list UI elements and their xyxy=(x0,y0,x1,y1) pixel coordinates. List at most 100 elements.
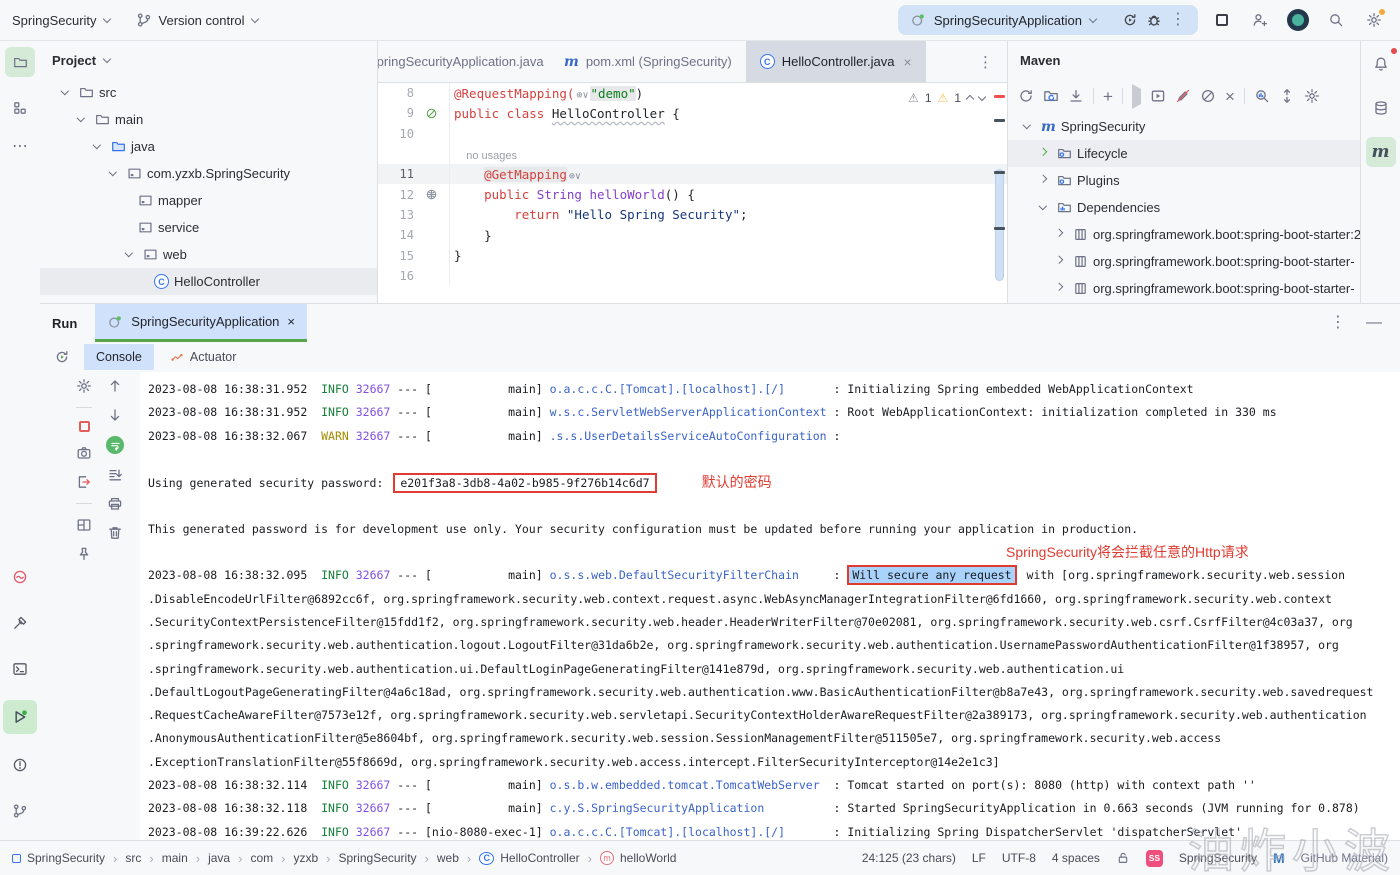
scroll-up-button[interactable] xyxy=(107,378,123,394)
run-tab[interactable]: SpringSecurityApplication × xyxy=(95,304,308,342)
breadcrumb-item-SpringSecurity[interactable]: SpringSecurity xyxy=(339,851,417,865)
code-line-12[interactable]: 12 public String helloWorld() { xyxy=(378,184,1007,205)
chevron-right-icon[interactable] xyxy=(1050,229,1068,237)
code-line-15[interactable]: 15} xyxy=(378,245,1007,266)
breadcrumb-item-com[interactable]: com xyxy=(250,851,273,865)
run-class-icon[interactable] xyxy=(414,107,449,120)
material-theme-icon[interactable]: M xyxy=(1273,850,1285,866)
user-avatar[interactable] xyxy=(1284,6,1312,34)
url-inlay-icon[interactable]: ⊕∨ xyxy=(567,171,583,182)
run-panel-options-button[interactable]: ⋮ xyxy=(1330,315,1346,331)
maven-toolwindow-button[interactable]: m xyxy=(1365,137,1396,167)
chevron-down-icon[interactable] xyxy=(120,249,138,257)
breadcrumb-item-helloWorld[interactable]: m helloWorld xyxy=(599,851,676,865)
status-item[interactable]: UTF-8 xyxy=(1002,851,1036,865)
clear-all-button[interactable] xyxy=(107,525,123,541)
ss-plugin-badge[interactable]: SS xyxy=(1145,849,1163,867)
chevron-down-icon[interactable] xyxy=(88,141,106,149)
run-configuration-selector[interactable]: SpringSecurityApplication ⋮ xyxy=(897,5,1198,35)
notifications-button[interactable] xyxy=(1366,48,1397,79)
problems-toolwindow-button[interactable] xyxy=(5,750,35,780)
maven-tree-item[interactable]: Plugins xyxy=(1008,167,1360,194)
reload-sources-button[interactable] xyxy=(1043,88,1059,104)
url-inlay-icon[interactable]: ⊕∨ xyxy=(574,90,590,101)
settings-button[interactable] xyxy=(1360,6,1388,34)
code-with-me-button[interactable] xyxy=(1246,6,1274,34)
lock-icon[interactable] xyxy=(1116,851,1130,865)
search-everywhere-button[interactable] xyxy=(1322,6,1350,34)
maven-tree-item[interactable]: org.springframework.boot:spring-boot-sta… xyxy=(1008,221,1360,248)
code-line-11[interactable]: 11 @GetMapping ⊕∨ xyxy=(378,164,1007,185)
editor-tabs-more-button[interactable]: ⋮ xyxy=(964,41,1007,82)
project-tree-item-src[interactable]: src xyxy=(40,79,377,106)
skip-tests-button[interactable] xyxy=(1175,88,1191,104)
minimize-button[interactable]: — xyxy=(1366,315,1382,331)
stripe-mark[interactable] xyxy=(994,119,1005,122)
breadcrumb-item-web[interactable]: web xyxy=(437,851,459,865)
maven-tree-item[interactable]: Dependencies xyxy=(1008,194,1360,221)
chevron-down-icon[interactable] xyxy=(104,168,122,176)
layout-settings-button[interactable] xyxy=(76,517,92,533)
error-stripe-mark[interactable] xyxy=(994,95,1005,98)
editor-tab-HelloController-java[interactable]: C HelloController.java × xyxy=(745,41,926,82)
thread-dump-button[interactable] xyxy=(76,445,92,461)
exit-button[interactable] xyxy=(76,474,92,490)
editor-tab-pom-xml-SpringSecurity-[interactable]: m pom.xml (SpringSecurity) xyxy=(550,41,746,82)
breadcrumb-item-src[interactable]: src xyxy=(125,851,141,865)
soft-wrap-button[interactable] xyxy=(106,436,124,454)
breadcrumb-item-HelloController[interactable]: C HelloController xyxy=(479,851,580,865)
console-tab-console[interactable]: Console xyxy=(84,344,154,370)
chevron-down-icon[interactable] xyxy=(72,114,90,122)
git-toolwindow-button[interactable] xyxy=(5,796,35,826)
next-problem-button[interactable] xyxy=(977,92,987,101)
scroll-down-button[interactable] xyxy=(107,407,123,423)
search-goal-button[interactable] xyxy=(1254,88,1270,104)
project-tree-item-service[interactable]: service xyxy=(40,214,377,241)
console-output[interactable]: 2023-08-08 16:38:31.952 INFO 32667 --- [… xyxy=(140,372,1400,840)
code-line-13[interactable]: 13 return "Hello Spring Security"; xyxy=(378,204,1007,226)
code-line-16[interactable]: 16 xyxy=(378,265,1007,286)
console-tab-actuator[interactable]: Actuator xyxy=(158,344,249,370)
code-line-10[interactable]: 10 xyxy=(378,123,1007,144)
stop-process-button[interactable] xyxy=(78,421,90,432)
editor-tab-SpringSecurityApplication-java[interactable]: SpringSecurityApplication.java xyxy=(378,41,550,82)
maven-tree-item[interactable]: org.springframework.boot:spring-boot-sta… xyxy=(1008,275,1360,302)
chevron-down-icon[interactable] xyxy=(1018,121,1036,129)
code-area[interactable]: ⚠ 1 ⚠ 1 8 @RequestMapping(⊕∨ "demo") 9 publi xyxy=(378,83,1007,303)
close-icon[interactable]: × xyxy=(287,314,295,329)
run-anything-button[interactable] xyxy=(1150,88,1166,104)
reload-maven-button[interactable] xyxy=(1018,88,1034,104)
problems-wave-toolwindow-button[interactable] xyxy=(5,562,35,592)
project-tree-item-HelloController[interactable]: C HelloController xyxy=(40,268,377,295)
rerun-button[interactable] xyxy=(1122,12,1138,28)
status-item[interactable]: 24:125 (23 chars) xyxy=(862,851,956,865)
pin-tab-button[interactable] xyxy=(76,546,92,562)
status-item[interactable]: 4 spaces xyxy=(1052,851,1100,865)
maven-tree-item[interactable]: org.springframework.boot:spring-boot-sta… xyxy=(1008,248,1360,275)
project-tree-item-mapper[interactable]: mapper xyxy=(40,187,377,214)
project-tree-item-com.yzxb.SpringSecurity[interactable]: com.yzxb.SpringSecurity xyxy=(40,160,377,187)
debug-button[interactable] xyxy=(1146,12,1162,28)
endpoint-icon[interactable] xyxy=(414,188,449,201)
chevron-down-icon[interactable] xyxy=(1034,202,1052,210)
build-toolwindow-button[interactable] xyxy=(5,608,35,638)
database-toolwindow-button[interactable] xyxy=(1366,93,1396,123)
project-widget[interactable]: SpringSecurity xyxy=(12,13,111,28)
add-maven-project-button[interactable]: + xyxy=(1103,88,1113,105)
execute-goal-button[interactable] xyxy=(1131,83,1141,109)
project-tree-item-web[interactable]: web xyxy=(40,241,377,268)
maven-tree-item[interactable]: m SpringSecurity xyxy=(1008,113,1360,140)
stripe-mark[interactable] xyxy=(994,227,1005,230)
scroll-to-end-button[interactable] xyxy=(107,467,123,483)
prev-problem-button[interactable] xyxy=(965,94,975,104)
stop-button[interactable] xyxy=(1208,6,1236,34)
code-line-inlay[interactable]: no usages xyxy=(378,143,1007,165)
console-settings-button[interactable] xyxy=(76,378,92,394)
breadcrumb-item-main[interactable]: main xyxy=(162,851,188,865)
code-line-9[interactable]: 9 public class HelloController { xyxy=(378,103,1007,124)
more-toolwindows-button[interactable]: ⋯ xyxy=(12,139,28,155)
maven-settings-button[interactable] xyxy=(1304,88,1320,104)
inspection-widget[interactable]: ⚠ 1 ⚠ 1 xyxy=(908,91,987,105)
breadcrumb-item-java[interactable]: java xyxy=(208,851,230,865)
structure-toolwindow-button[interactable] xyxy=(5,93,35,123)
